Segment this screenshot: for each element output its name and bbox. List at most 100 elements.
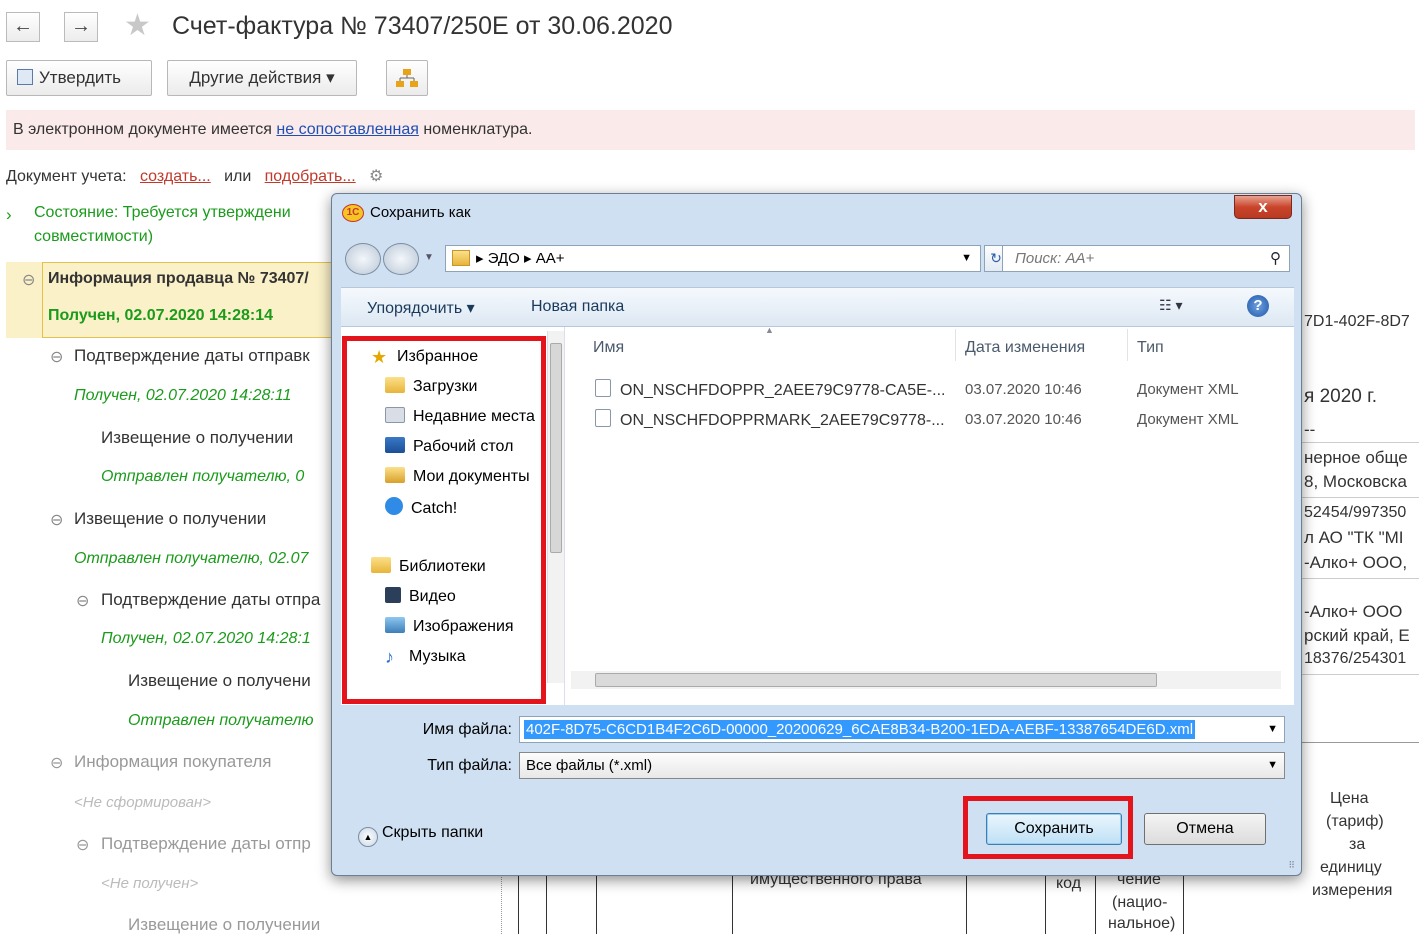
filename-value: 402F-8D75-C6CD1B4F2C6D-00000_20200629_6C… (524, 720, 1196, 739)
help-icon[interactable]: ? (1247, 295, 1269, 317)
tree-item[interactable]: Подтверждение даты отправк (74, 346, 310, 366)
dialog-forward-button[interactable] (383, 243, 419, 275)
file-name: ON_NSCHFDOPPRMARK_2AEE79C9778-... (620, 412, 945, 429)
doc-date: я 2020 г. (1304, 386, 1378, 408)
doc-divider (1300, 742, 1419, 743)
gear-icon[interactable]: ⚙ (369, 168, 383, 185)
file-date: 03.07.2020 10:46 (965, 411, 1082, 428)
price-header: измерения (1312, 882, 1393, 900)
col-date-header[interactable]: Дата изменения (965, 339, 1085, 357)
doc-divider (1300, 497, 1419, 498)
doc-line: 8, Московска (1304, 472, 1407, 492)
filename-dropdown-icon[interactable]: ▼ (1267, 717, 1278, 742)
table-line (596, 875, 597, 934)
tree-item[interactable]: Информация покупателя (74, 752, 272, 772)
files-h-scrollbar[interactable] (571, 671, 1281, 689)
nav-scrollbar[interactable] (547, 331, 564, 683)
create-link[interactable]: создать... (140, 168, 211, 185)
history-chevron-icon[interactable]: ▼ (424, 252, 434, 263)
command-bar: Упорядочить ▾ Новая папка ☷ ▾ ? (341, 287, 1294, 327)
collapse-icon[interactable]: ⊖ (76, 835, 89, 855)
tree-item[interactable]: Подтверждение даты отпра (101, 590, 320, 610)
or-text: или (224, 168, 252, 185)
tree-item: Получен, 02.07.2020 14:28:14 (48, 307, 274, 324)
hide-folders-label: Скрыть папки (382, 824, 484, 841)
app-1c-icon: 1С (342, 204, 364, 222)
price-header: Цена (1330, 790, 1369, 808)
state-line2: совместимости) (34, 228, 154, 245)
collapse-icon[interactable]: ⊖ (76, 591, 89, 611)
collapse-icon[interactable]: ⊖ (50, 753, 63, 773)
resize-grip-icon[interactable]: ⠿ (1288, 860, 1295, 871)
file-row[interactable]: ON_NSCHFDOPPR_2AEE79C9778-CA5E-... (595, 379, 945, 400)
tree-item[interactable]: Извещение о получени (128, 671, 311, 691)
col-name-header[interactable]: Имя (593, 339, 624, 357)
breadcrumb-item[interactable]: АА+ (536, 250, 565, 267)
collapse-icon[interactable]: ⊖ (50, 510, 63, 530)
banner-text: В электронном документе имеется (13, 121, 272, 138)
highlight-nav-pane (342, 336, 546, 704)
col-type-header[interactable]: Тип (1137, 339, 1164, 357)
state-chevron-icon[interactable]: › (6, 205, 12, 225)
doc-line: -Алко+ ООО (1304, 602, 1403, 622)
search-input[interactable]: Поиск: АА+ ⚲ (1002, 245, 1290, 272)
view-options-icon[interactable]: ☷ ▾ (1159, 297, 1182, 314)
structure-button[interactable] (386, 60, 428, 96)
table-line (1183, 875, 1184, 934)
tree-item[interactable]: Извещение о получении (101, 428, 293, 448)
doc-divider (1300, 674, 1419, 675)
tree-item[interactable]: Информация продавца № 73407/ (48, 270, 309, 288)
tree-item: <Не получен> (101, 875, 199, 892)
tree-item[interactable]: Извещение о получении (128, 915, 320, 934)
dialog-back-button[interactable] (345, 243, 381, 275)
back-button[interactable]: ← (6, 12, 40, 42)
address-dropdown-icon[interactable]: ▼ (961, 246, 972, 271)
filetype-select[interactable]: Все файлы (*.xml) ▼ (519, 752, 1285, 779)
doc-divider (1300, 578, 1419, 579)
collapse-icon[interactable]: ⊖ (50, 347, 63, 367)
tree-item[interactable]: Извещение о получении (74, 509, 266, 529)
table-line (1095, 875, 1096, 934)
doc-dash: -- (1304, 420, 1316, 440)
favorite-star-icon[interactable]: ★ (124, 8, 151, 43)
other-actions-button[interactable]: Другие действия ▾ (167, 60, 357, 96)
filename-input[interactable]: 402F-8D75-C6CD1B4F2C6D-00000_20200629_6C… (519, 716, 1285, 743)
xml-file-icon (595, 409, 611, 427)
file-type: Документ XML (1137, 381, 1239, 398)
new-folder-button[interactable]: Новая папка (531, 298, 624, 316)
price-header: за (1349, 836, 1366, 854)
xml-file-icon (595, 379, 611, 397)
collapse-icon[interactable]: ⊖ (22, 270, 35, 290)
forward-button[interactable]: → (64, 12, 98, 42)
approve-button[interactable]: Утвердить (6, 60, 152, 96)
address-bar[interactable]: ▸ ЭДО ▸ АА+ ▼ (445, 245, 981, 272)
nav-scroll-thumb[interactable] (550, 343, 562, 553)
tree-item: Получен, 02.07.2020 14:28:1 (101, 630, 311, 647)
filetype-dropdown-icon[interactable]: ▼ (1267, 753, 1278, 778)
unmatched-link[interactable]: не сопоставленная (276, 121, 418, 138)
breadcrumb-item[interactable]: ЭДО (488, 250, 520, 267)
file-row[interactable]: ON_NSCHFDOPPRMARK_2AEE79C9778-... (595, 409, 945, 430)
cancel-button[interactable]: Отмена (1144, 813, 1266, 845)
tree-item[interactable]: Подтверждение даты отпр (101, 834, 311, 854)
approve-icon (17, 69, 33, 85)
close-button[interactable]: x (1234, 195, 1292, 219)
organize-button[interactable]: Упорядочить ▾ (367, 298, 475, 318)
hide-folders-button[interactable]: ▲ Скрыть папки (358, 824, 483, 847)
table-line (518, 875, 519, 934)
hierarchy-icon (396, 69, 418, 87)
pick-link[interactable]: подобрать... (265, 168, 356, 185)
doc-line: нерное обще (1304, 448, 1408, 468)
search-icon[interactable]: ⚲ (1270, 246, 1281, 271)
doc-divider (1300, 442, 1419, 443)
doc-line: 18376/254301 (1304, 650, 1407, 668)
filename-label: Имя файла: (422, 721, 512, 738)
h-scroll-thumb[interactable] (595, 673, 1157, 687)
accounting-label: Документ учета: (6, 168, 127, 185)
table-line (732, 875, 733, 934)
price-header: единицу (1320, 859, 1382, 877)
tree-item: Отправлен получателю, 02.07 (74, 550, 309, 567)
banner-suffix: номенклатура. (423, 121, 533, 138)
folder-icon (452, 250, 470, 266)
accounting-doc-row: Документ учета: создать... или подобрать… (6, 166, 383, 186)
